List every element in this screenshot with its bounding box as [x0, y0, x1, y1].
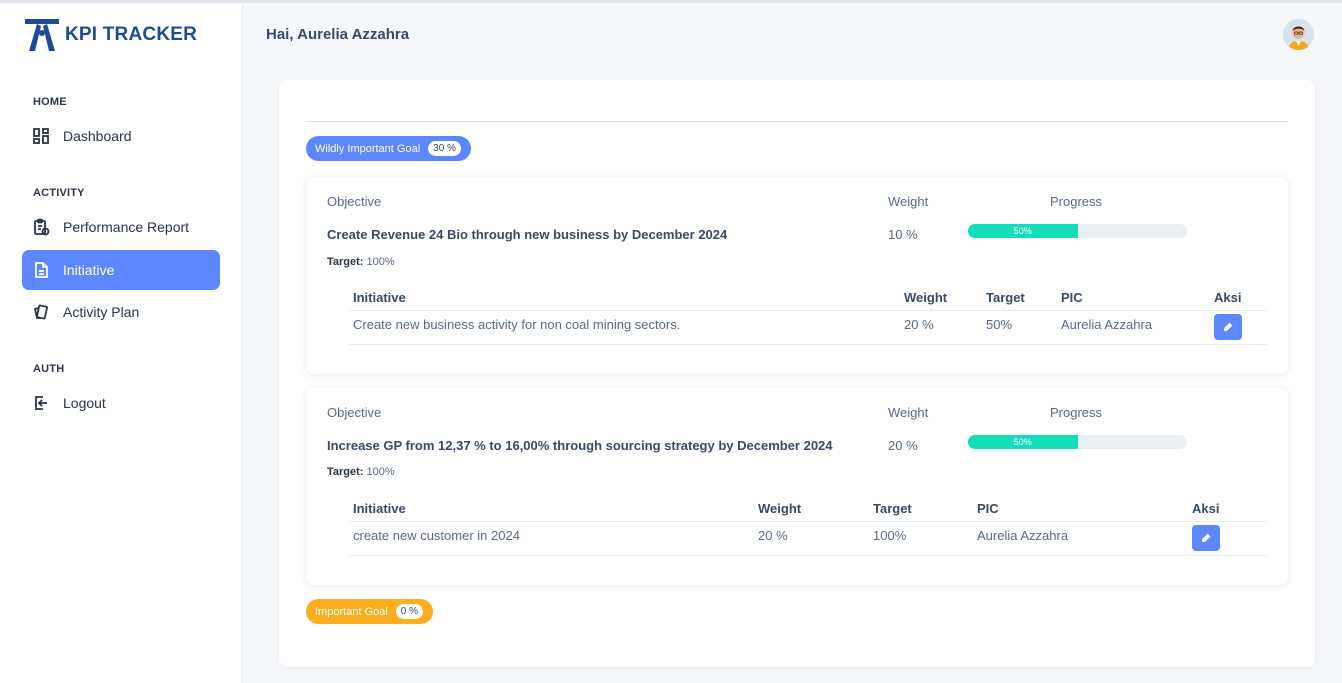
progress-bar: 50% — [968, 224, 1187, 238]
edit-button[interactable] — [1192, 525, 1220, 551]
nav-section-auth: AUTH — [33, 363, 65, 375]
initiative-weight: 20 % — [904, 317, 934, 332]
goal-badge-wildly-important[interactable]: Wildly Important Goal 30 % — [306, 136, 471, 161]
sidebar-item-activity-plan[interactable]: Activity Plan — [22, 292, 220, 332]
progress-fill: 50% — [968, 435, 1078, 449]
edit-button[interactable] — [1214, 314, 1242, 340]
brand-name: KPI TRACKER — [65, 24, 198, 45]
edit-icon — [1224, 322, 1233, 331]
sidebar-item-performance-report[interactable]: Performance Report — [22, 207, 220, 247]
table-header-aksi: Aksi — [1214, 290, 1242, 305]
objective-target: Target: 100% — [327, 256, 395, 268]
clipboard-report-icon — [32, 218, 50, 236]
sidebar-item-initiative[interactable]: Initiative — [22, 250, 220, 290]
table-rule — [349, 521, 1267, 522]
initiative-name: Create new business activity for non coa… — [353, 317, 681, 332]
target-value: 100% — [366, 256, 395, 268]
file-text-icon — [32, 261, 50, 279]
table-header-target: Target — [873, 501, 912, 516]
initiative-pic: Aurelia Azzahra — [1061, 317, 1153, 332]
card-divider — [306, 121, 1288, 122]
weight-label: Weight — [888, 405, 929, 420]
goal-label: Important Goal — [315, 605, 388, 618]
initiative-name: create new customer in 2024 — [353, 528, 520, 543]
sidebar-item-label: Logout — [63, 395, 106, 411]
progress-bar: 50% — [968, 435, 1187, 449]
cards-icon — [32, 303, 50, 321]
brand[interactable]: KPI TRACKER — [24, 17, 197, 53]
weight-label: Weight — [888, 194, 929, 209]
goal-percent: 30 % — [428, 141, 461, 156]
goal-badge-important[interactable]: Important Goal 0 % — [306, 599, 433, 624]
table-rule — [349, 310, 1267, 311]
table-header-pic: PIC — [977, 501, 999, 516]
table-header-initiative: Initiative — [353, 290, 406, 305]
objective-title: Create Revenue 24 Bio through new busine… — [327, 227, 728, 242]
objective-title: Increase GP from 12,37 % to 16,00% throu… — [327, 438, 833, 453]
logout-icon — [32, 394, 50, 412]
objective-target: Target: 100% — [327, 466, 395, 478]
greeting-text: Hai, Aurelia Azzahra — [266, 26, 410, 43]
objective-label: Objective — [327, 405, 382, 420]
objective-label: Objective — [327, 194, 382, 209]
table-header-pic: PIC — [1061, 290, 1083, 305]
table-header-aksi: Aksi — [1192, 501, 1220, 516]
progress-fill: 50% — [968, 224, 1078, 238]
progress-label: Progress — [1050, 405, 1103, 420]
initiative-pic: Aurelia Azzahra — [977, 528, 1069, 543]
table-rule — [349, 555, 1267, 556]
dashboard-icon — [32, 127, 50, 145]
table-rule — [349, 344, 1267, 345]
table-header-initiative: Initiative — [353, 501, 406, 516]
objective-card-2: Objective Weight Progress Increase GP fr… — [306, 388, 1288, 585]
progress-label: Progress — [1050, 194, 1103, 209]
sidebar-item-dashboard[interactable]: Dashboard — [22, 116, 220, 156]
initiative-target: 100% — [873, 528, 907, 543]
target-value: 100% — [366, 466, 395, 478]
edit-icon — [1202, 533, 1211, 542]
sidebar: KPI TRACKER HOME Dashboard ACTIVITY Perf… — [0, 3, 243, 683]
initiative-weight: 20 % — [758, 528, 788, 543]
sidebar-item-label: Dashboard — [63, 128, 132, 144]
initiative-target: 50% — [986, 317, 1013, 332]
goal-percent: 0 % — [395, 604, 423, 619]
target-label: Target: — [327, 466, 364, 478]
sidebar-item-label: Initiative — [63, 262, 115, 278]
sidebar-item-logout[interactable]: Logout — [22, 383, 220, 423]
target-label: Target: — [327, 256, 364, 268]
table-header-weight: Weight — [904, 290, 948, 305]
sidebar-item-label: Performance Report — [63, 219, 190, 235]
kpi-logo-icon — [25, 19, 59, 51]
objective-card-1: Objective Weight Progress Create Revenue… — [306, 177, 1288, 374]
avatar[interactable] — [1283, 19, 1314, 50]
sidebar-item-label: Activity Plan — [63, 304, 140, 320]
goal-label: Wildly Important Goal — [315, 142, 421, 155]
table-header-weight: Weight — [758, 501, 802, 516]
user-avatar-icon — [1283, 19, 1314, 50]
table-header-target: Target — [986, 290, 1025, 305]
nav-section-home: HOME — [33, 96, 67, 108]
nav-section-activity: ACTIVITY — [33, 187, 85, 199]
objective-weight: 20 % — [888, 438, 918, 453]
objective-weight: 10 % — [888, 227, 918, 242]
